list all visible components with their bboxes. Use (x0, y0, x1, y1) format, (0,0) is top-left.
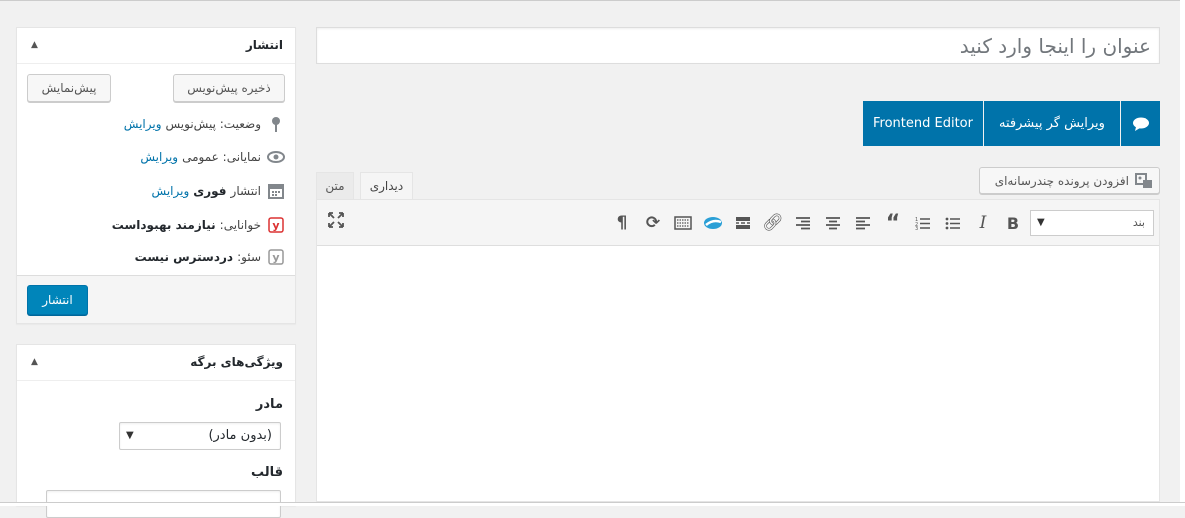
svg-text:y: y (272, 219, 279, 232)
seo-row: y سئو: دردسترس نیست (135, 247, 285, 267)
align-right-icon[interactable] (792, 212, 814, 234)
edit-visibility-link[interactable]: ویرایش (140, 150, 178, 164)
visibility-value: عمومی (182, 150, 219, 164)
add-media-label: افزودن پرونده چندرسانه‌ای (994, 173, 1129, 188)
parent-label: مادر (255, 397, 283, 412)
collapse-arrow-icon[interactable]: ▲ (31, 40, 38, 50)
dropdown-arrow-icon: ▼ (1037, 217, 1045, 228)
format-select[interactable]: بند ▼ (1030, 210, 1154, 236)
edit-status-link[interactable]: ویرایش (124, 117, 162, 131)
page-attributes-header[interactable]: ویژگی‌های برگه ▲ (17, 345, 295, 381)
status-label: وضعیت: (219, 117, 261, 131)
schedule-row: انتشار فوری ویرایش (152, 181, 285, 201)
collapse-arrow-icon[interactable]: ▲ (31, 357, 38, 367)
frontend-editor-button[interactable]: Frontend Editor (863, 101, 983, 146)
link-icon[interactable]: 🔗︎ (762, 212, 784, 234)
tab-visual[interactable]: دیداری (360, 172, 413, 200)
svg-text:3: 3 (915, 226, 918, 230)
eye-icon (267, 148, 285, 166)
vc-logo-button[interactable] (1121, 101, 1160, 146)
numbered-list-icon[interactable]: 123 (912, 212, 934, 234)
parent-select-value: (بدون مادر) (208, 428, 272, 443)
yoast-readability-icon: y (267, 216, 285, 234)
svg-text:y: y (272, 251, 279, 264)
publish-actions: انتشار (17, 275, 295, 323)
page-attributes-title: ویژگی‌های برگه (190, 355, 283, 369)
publish-box-header[interactable]: انتشار ▲ (17, 28, 295, 64)
pin-icon (267, 115, 285, 133)
bold-icon[interactable]: B (1002, 212, 1024, 234)
align-center-icon[interactable] (822, 212, 844, 234)
seo-value: دردسترس نیست (134, 250, 234, 264)
readability-row: y خوانایی: نیازمند بهبوداست (112, 215, 285, 235)
status-row: وضعیت: پیش‌نویس ویرایش (124, 114, 285, 134)
schedule-value: فوری (193, 184, 227, 198)
visibility-label: نمایانی: (222, 150, 261, 164)
blockquote-icon[interactable]: “ (882, 211, 904, 236)
backend-editor-button[interactable]: ویرایش گر پیشرفته (984, 101, 1120, 146)
publish-box-title: انتشار (245, 38, 283, 52)
publish-box: انتشار ▲ پیش‌نمایش ذخیره پیش‌نویس وضعیت:… (16, 27, 296, 324)
template-label: قالب (250, 465, 283, 480)
preview-button[interactable]: پیش‌نمایش (27, 74, 111, 102)
brand-icon[interactable] (702, 212, 724, 234)
dropdown-arrow-icon: ▼ (126, 430, 134, 441)
publish-button[interactable]: انتشار (27, 285, 88, 315)
calendar-icon (267, 182, 285, 200)
align-left-icon[interactable] (852, 212, 874, 234)
status-value: پیش‌نویس (165, 117, 216, 131)
read-more-icon[interactable] (732, 212, 754, 234)
edit-schedule-link[interactable]: ویرایش (152, 184, 190, 198)
refresh-icon[interactable]: ⟳ (642, 212, 664, 234)
content-editor[interactable]: ¶ ⟳ 🔗︎ “ 123 I B بند ▼ (316, 199, 1160, 502)
toolbar-toggle-icon[interactable] (672, 212, 694, 234)
visibility-row: نمایانی: عمومی ویرایش (140, 147, 285, 167)
bullet-list-icon[interactable] (942, 212, 964, 234)
add-media-button[interactable]: افزودن پرونده چندرسانه‌ای (979, 167, 1160, 194)
seo-label: سئو: (237, 250, 261, 264)
readability-value: نیازمند بهبوداست (111, 218, 216, 232)
paragraph-rtl-icon[interactable]: ¶ (611, 212, 633, 234)
readability-label: خوانایی: (219, 218, 261, 232)
editor-toolbar: ¶ ⟳ 🔗︎ “ 123 I B بند ▼ (317, 200, 1159, 246)
schedule-label: انتشار (230, 184, 261, 198)
yoast-seo-icon: y (267, 248, 285, 266)
post-title-input[interactable] (316, 27, 1160, 64)
fullscreen-icon[interactable] (325, 209, 347, 231)
parent-select[interactable]: (بدون مادر) ▼ (119, 422, 281, 450)
format-select-value: بند (1132, 216, 1145, 229)
italic-icon[interactable]: I (972, 212, 994, 234)
page-attributes-box: ویژگی‌های برگه ▲ مادر (بدون مادر) ▼ قالب (16, 344, 296, 518)
tab-text[interactable]: متن (316, 172, 354, 200)
add-media-icon (1135, 172, 1153, 190)
save-draft-button[interactable]: ذخیره پیش‌نویس (173, 74, 285, 102)
